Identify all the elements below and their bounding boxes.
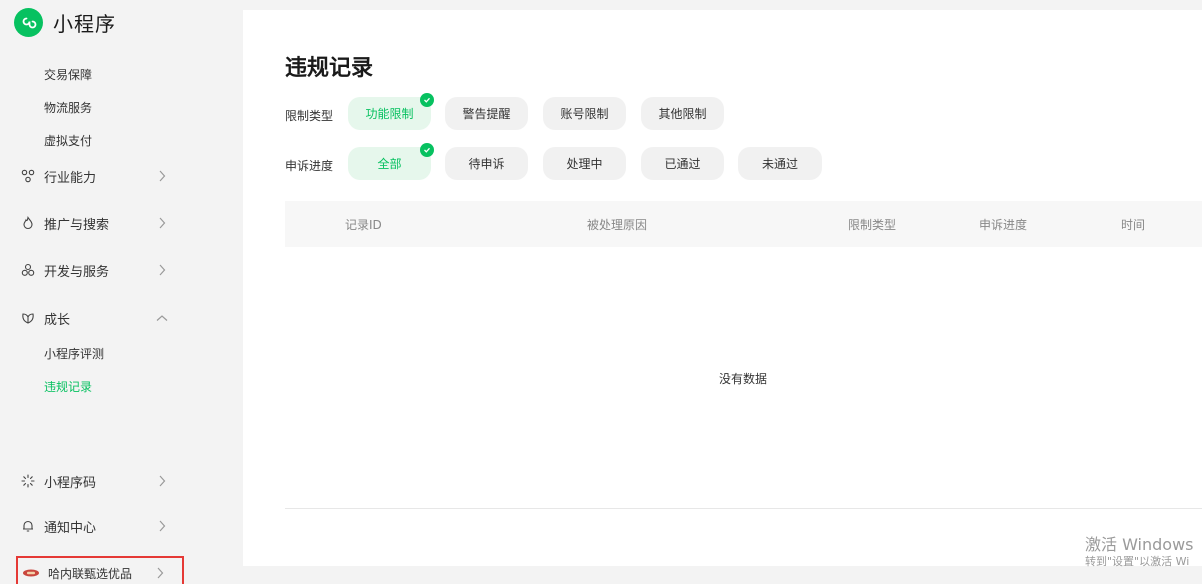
bell-icon	[20, 518, 36, 534]
account-item[interactable]: 哈内联甄选优品	[22, 563, 166, 583]
sidebar-item-trade-guarantee[interactable]: 交易保障	[44, 66, 92, 83]
restriction-type-label: 限制类型	[285, 109, 334, 123]
main-panel: 违规记录 限制类型 功能限制 警告提醒 账号限制 其他限制 申诉进度 全部 待申…	[243, 10, 1202, 566]
column-header-restriction-type[interactable]: 限制类型	[848, 216, 896, 233]
sidebar-group-industry[interactable]: 行业能力	[20, 166, 168, 186]
appeal-chip-pending[interactable]: 待申诉	[445, 147, 528, 180]
sidebar-group-label: 推广与搜索	[44, 217, 110, 233]
appeal-chip-approved[interactable]: 已通过	[641, 147, 724, 180]
chip-label: 处理中	[566, 157, 603, 171]
chip-label: 功能限制	[365, 107, 414, 121]
sidebar-group-label: 开发与服务	[44, 264, 110, 280]
sidebar-group-dev-services[interactable]: 开发与服务	[20, 260, 168, 280]
sidebar-item-logistics[interactable]: 物流服务	[44, 99, 92, 116]
sidebar-item-notification-center[interactable]: 通知中心	[20, 516, 168, 536]
chevron-up-icon	[156, 312, 168, 324]
sidebar-group-label: 行业能力	[44, 170, 97, 186]
windows-activation-watermark-title: 激活 Windows	[1085, 535, 1194, 554]
windows-activation-watermark-subtitle: 转到"设置"以激活 Wi	[1085, 555, 1190, 568]
column-header-reason[interactable]: 被处理原因	[587, 216, 647, 233]
appeal-chip-processing[interactable]: 处理中	[543, 147, 626, 180]
restriction-chip-other[interactable]: 其他限制	[641, 97, 724, 130]
sun-icon	[20, 473, 36, 489]
sidebar-item-virtual-payment[interactable]: 虚拟支付	[44, 132, 92, 149]
chevron-right-icon	[154, 567, 166, 579]
sidebar-item-mini-program-code[interactable]: 小程序码	[20, 471, 168, 491]
check-icon	[420, 93, 434, 107]
chevron-right-icon	[156, 520, 168, 532]
nodes-icon	[20, 168, 36, 184]
sidebar-item-label: 小程序码	[44, 475, 97, 491]
chevron-right-icon	[156, 475, 168, 487]
account-name: 哈内联甄选优品	[48, 566, 133, 581]
sidebar-group-label: 成长	[44, 312, 71, 328]
chip-label: 未通过	[761, 157, 798, 171]
sidebar-group-promotion[interactable]: 推广与搜索	[20, 213, 168, 233]
leaf-icon	[20, 310, 36, 326]
chip-label: 全部	[377, 157, 402, 171]
chip-label: 待申诉	[468, 157, 505, 171]
table-bottom-divider	[285, 508, 1202, 509]
chip-label: 已通过	[664, 157, 701, 171]
empty-state-text: 没有数据	[719, 372, 768, 386]
restriction-chip-function[interactable]: 功能限制	[348, 93, 434, 130]
flame-icon	[20, 215, 36, 231]
restriction-chip-account[interactable]: 账号限制	[543, 97, 626, 130]
cluster-icon	[20, 262, 36, 278]
check-icon	[420, 143, 434, 157]
column-header-time[interactable]: 时间	[1121, 216, 1145, 233]
chip-label: 其他限制	[658, 107, 707, 121]
column-header-record-id[interactable]: 记录ID	[345, 216, 382, 233]
sidebar: 小程序 交易保障 物流服务 虚拟支付 行业能力 推广与搜索 开发与服务 成长 小…	[0, 0, 195, 584]
app-title: 小程序	[53, 12, 116, 36]
page-title: 违规记录	[285, 56, 374, 81]
table-header: 记录ID 被处理原因 限制类型 申诉进度 时间	[285, 201, 1202, 247]
sidebar-item-mini-program-evaluation[interactable]: 小程序评测	[44, 345, 104, 362]
chip-label: 账号限制	[560, 107, 609, 121]
chevron-right-icon	[156, 170, 168, 182]
app-logo[interactable]: 小程序	[14, 8, 116, 37]
chevron-right-icon	[156, 217, 168, 229]
appeal-progress-label: 申诉进度	[285, 159, 334, 173]
appeal-chip-all[interactable]: 全部	[348, 143, 434, 180]
sidebar-group-growth[interactable]: 成长	[20, 308, 168, 328]
restriction-chip-warning[interactable]: 警告提醒	[445, 97, 528, 130]
chevron-right-icon	[156, 264, 168, 276]
avatar-badge-icon	[22, 565, 40, 581]
mini-program-logo-icon	[14, 8, 43, 37]
chip-label: 警告提醒	[462, 107, 511, 121]
sidebar-item-label: 通知中心	[44, 520, 97, 536]
sidebar-item-violation-records[interactable]: 违规记录	[44, 378, 92, 395]
column-header-appeal-progress[interactable]: 申诉进度	[979, 216, 1027, 233]
appeal-chip-rejected[interactable]: 未通过	[738, 147, 822, 180]
